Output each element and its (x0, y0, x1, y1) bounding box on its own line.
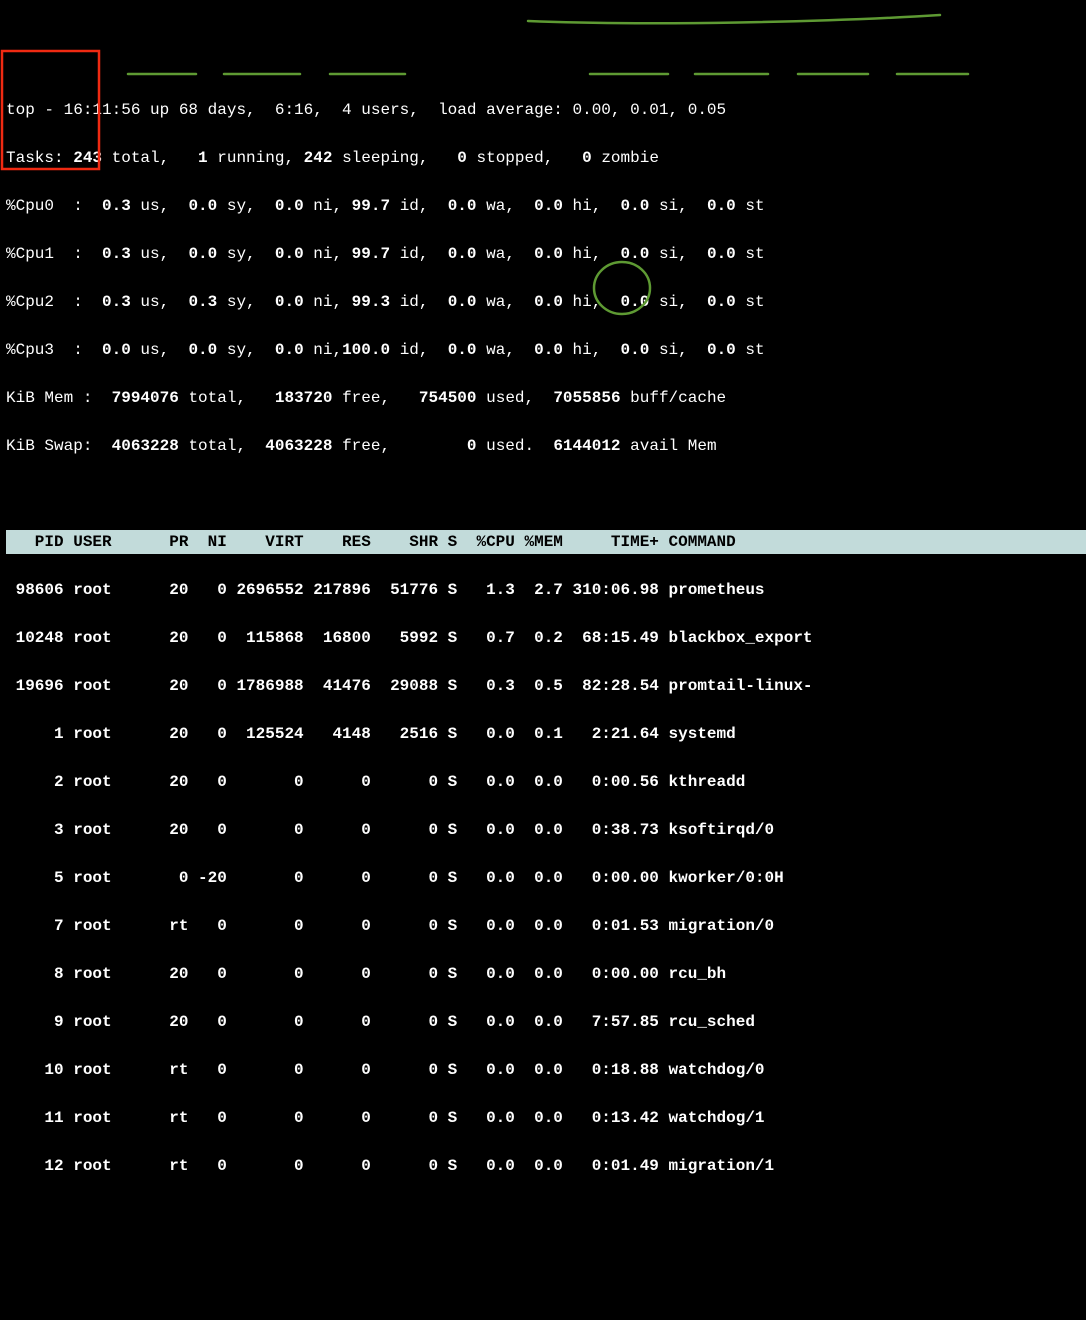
process-row: 2 root 20 0 0 0 0 S 0.0 0.0 0:00.56 kthr… (6, 770, 1086, 794)
process-row: 10248 root 20 0 115868 16800 5992 S 0.7 … (6, 626, 1086, 650)
process-row: 19696 root 20 0 1786988 41476 29088 S 0.… (6, 674, 1086, 698)
annotation-underline-loadavg (528, 15, 940, 23)
process-row: 5 root 0 -20 0 0 0 S 0.0 0.0 0:00.00 kwo… (6, 866, 1086, 890)
process-row: 3 root 20 0 0 0 0 S 0.0 0.0 0:38.73 ksof… (6, 818, 1086, 842)
process-row: 8 root 20 0 0 0 0 S 0.0 0.0 0:00.00 rcu_… (6, 962, 1086, 986)
process-row: 12 root rt 0 0 0 0 S 0.0 0.0 0:01.49 mig… (6, 1154, 1086, 1178)
mem-line: KiB Mem : 7994076 total, 183720 free, 75… (6, 389, 726, 407)
cpu-line-2: %Cpu2 : 0.3 us, 0.3 sy, 0.0 ni, 99.3 id,… (6, 293, 765, 311)
process-row: 11 root rt 0 0 0 0 S 0.0 0.0 0:13.42 wat… (6, 1106, 1086, 1130)
process-row: 1 root 20 0 125524 4148 2516 S 0.0 0.1 2… (6, 722, 1086, 746)
summary-line-uptime: top - 16:11:56 up 68 days, 6:16, 4 users… (6, 101, 726, 119)
process-table-header: PID USER PR NI VIRT RES SHR S %CPU %MEM … (6, 530, 1086, 554)
process-row: 98606 root 20 0 2696552 217896 51776 S 1… (6, 578, 1086, 602)
cpu-line-1: %Cpu1 : 0.3 us, 0.0 sy, 0.0 ni, 99.7 id,… (6, 245, 765, 263)
swap-line: KiB Swap: 4063228 total, 4063228 free, 0… (6, 437, 726, 455)
process-row: 10 root rt 0 0 0 0 S 0.0 0.0 0:18.88 wat… (6, 1058, 1086, 1082)
cpu-line-0: %Cpu0 : 0.3 us, 0.0 sy, 0.0 ni, 99.7 id,… (6, 197, 765, 215)
process-row: 7 root rt 0 0 0 0 S 0.0 0.0 0:01.53 migr… (6, 914, 1086, 938)
cpu-line-3: %Cpu3 : 0.0 us, 0.0 sy, 0.0 ni,100.0 id,… (6, 341, 765, 359)
summary-line-tasks: Tasks: 243 total, 1 running, 242 sleepin… (6, 149, 659, 167)
process-row: 9 root 20 0 0 0 0 S 0.0 0.0 7:57.85 rcu_… (6, 1010, 1086, 1034)
